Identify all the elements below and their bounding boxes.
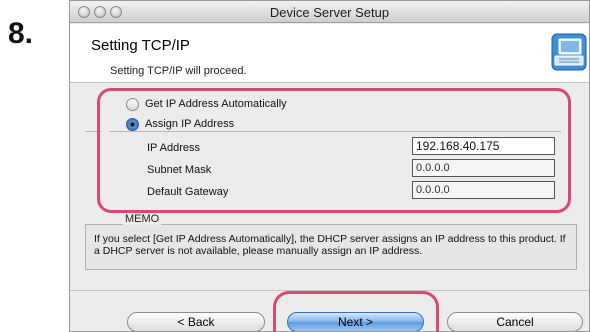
memo-text: If you select [Get IP Address Automatica… — [94, 233, 566, 257]
wizard-header: Setting TCP/IP Setting TCP/IP will proce… — [70, 24, 589, 83]
default-gateway-label: Default Gateway — [147, 186, 229, 198]
ip-address-input[interactable]: 192.168.40.175 — [412, 137, 555, 155]
group-divider — [109, 131, 561, 132]
assign-ip-radio[interactable] — [126, 118, 139, 131]
back-button[interactable]: < Back — [127, 312, 265, 331]
setup-window: Device Server Setup Setting TCP/IP Setti… — [69, 0, 590, 332]
title-bar[interactable]: Device Server Setup — [70, 1, 589, 23]
memo-label: MEMO — [123, 213, 162, 225]
group-divider-left — [85, 131, 101, 132]
subnet-mask-input[interactable]: 0.0.0.0 — [412, 159, 555, 177]
page-subtitle: Setting TCP/IP will proceed. — [110, 65, 247, 77]
assign-ip-label[interactable]: Assign IP Address — [145, 118, 238, 130]
auto-ip-radio[interactable] — [126, 98, 139, 111]
default-gateway-input[interactable]: 0.0.0.0 — [412, 181, 555, 199]
next-button[interactable]: Next > — [287, 312, 424, 331]
footer-divider — [70, 290, 589, 291]
network-computer-icon — [551, 33, 587, 71]
step-number: 8. — [8, 17, 34, 50]
window-title: Device Server Setup — [269, 5, 390, 20]
auto-ip-label[interactable]: Get IP Address Automatically — [145, 98, 287, 110]
page-title: Setting TCP/IP — [91, 37, 190, 54]
cancel-button[interactable]: Cancel — [447, 312, 583, 331]
ip-address-label: IP Address — [147, 142, 200, 154]
subnet-mask-label: Subnet Mask — [147, 164, 212, 176]
